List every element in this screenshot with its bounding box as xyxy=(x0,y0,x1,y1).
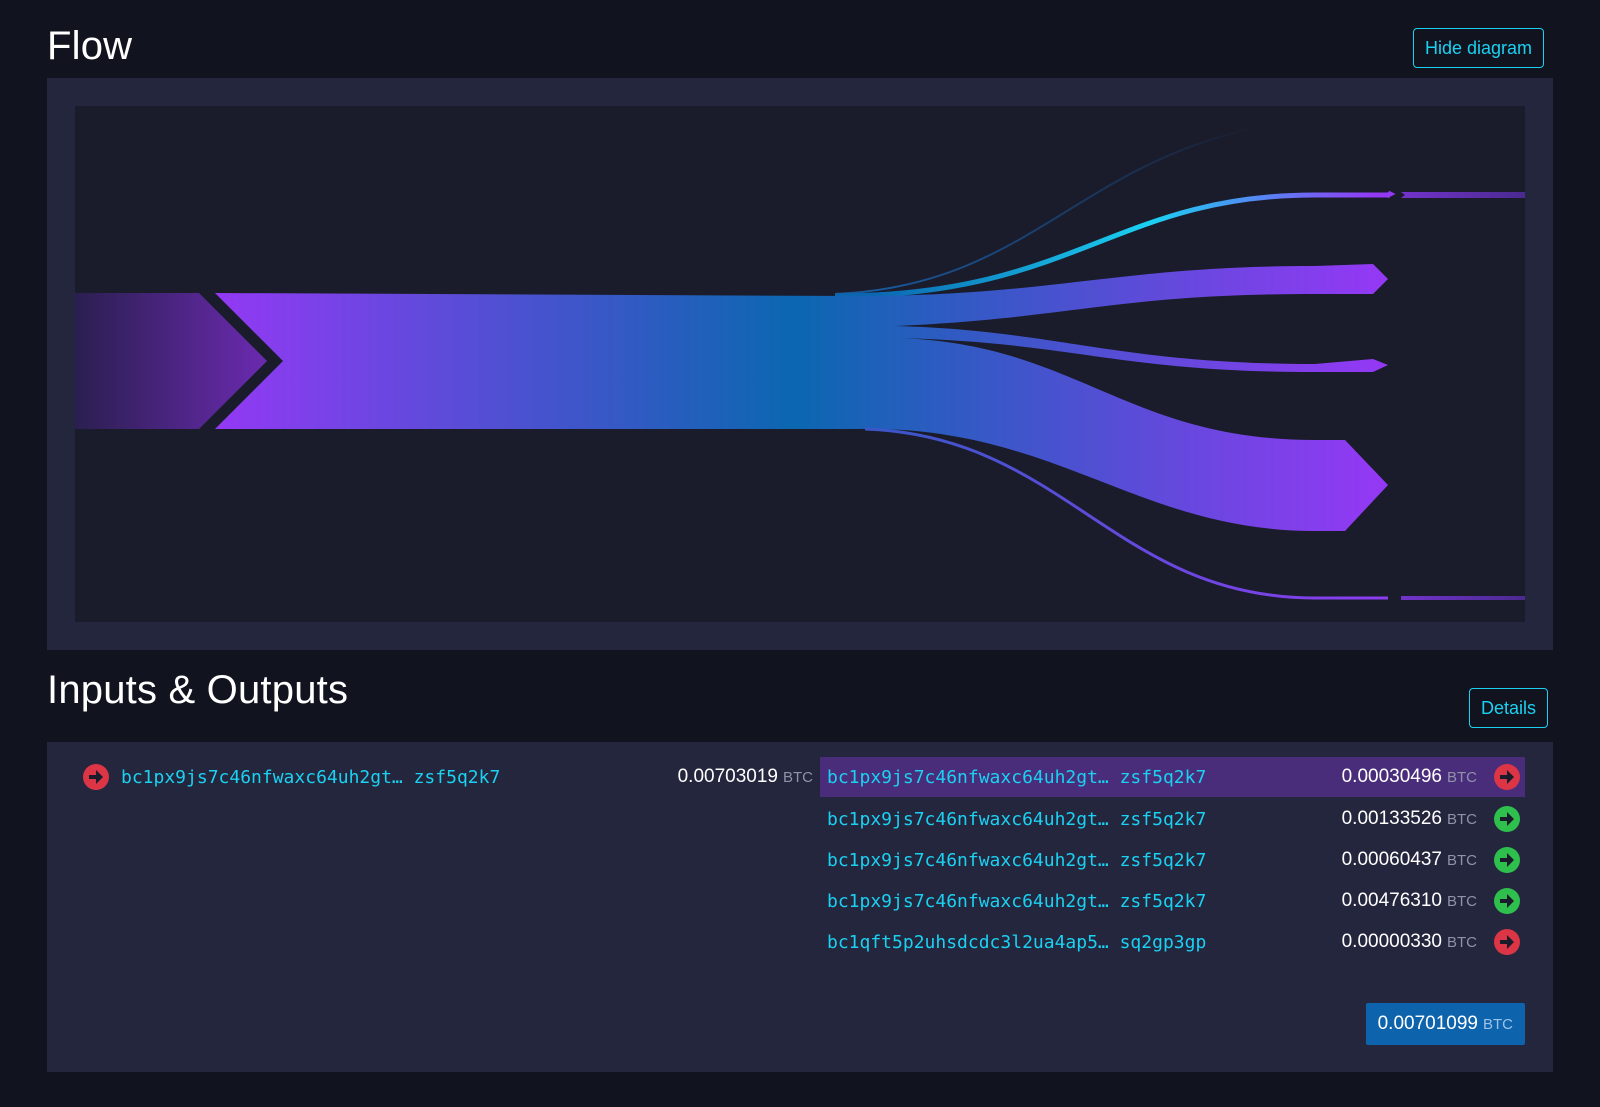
output-amount: 0.00000330 BTC xyxy=(1341,931,1477,952)
output-address[interactable]: bc1px9js7c46nfwaxc64uh2gt… zsf5q2k7 xyxy=(827,891,1206,912)
arrow-circle-right-icon[interactable] xyxy=(83,764,109,790)
input-row[interactable]: bc1px9js7c46nfwaxc64uh2gt… zsf5q2k7 0.00… xyxy=(83,757,813,797)
output-row[interactable]: bc1px9js7c46nfwaxc64uh2gt… zsf5q2k7 0.00… xyxy=(820,881,1525,921)
output-amount: 0.00030496 BTC xyxy=(1341,766,1477,787)
hide-diagram-button[interactable]: Hide diagram xyxy=(1413,28,1545,68)
arrow-circle-right-icon[interactable] xyxy=(1494,764,1520,790)
output-address[interactable]: bc1px9js7c46nfwaxc64uh2gt… zsf5q2k7 xyxy=(827,850,1206,871)
input-amount: 0.00703019 BTC xyxy=(677,766,813,787)
output-row[interactable]: bc1px9js7c46nfwaxc64uh2gt… zsf5q2k7 0.00… xyxy=(820,799,1525,839)
arrow-circle-right-icon[interactable] xyxy=(1494,847,1520,873)
input-address[interactable]: bc1px9js7c46nfwaxc64uh2gt… zsf5q2k7 xyxy=(121,767,500,788)
flow-output-5-tail xyxy=(1401,596,1525,600)
total-amount: 0.00701099 BTC xyxy=(1377,1013,1513,1034)
output-address[interactable]: bc1px9js7c46nfwaxc64uh2gt… zsf5q2k7 xyxy=(827,809,1206,830)
output-row[interactable]: bc1qft5p2uhsdcdc3l2ua4ap5… sq2gp3gp 0.00… xyxy=(820,922,1525,962)
flow-diagram-svg xyxy=(75,127,1525,600)
output-row-highlighted[interactable]: bc1px9js7c46nfwaxc64uh2gt… zsf5q2k7 0.00… xyxy=(820,757,1525,797)
output-amount: 0.00476310 BTC xyxy=(1341,890,1477,911)
flow-main-body xyxy=(215,264,1388,531)
flow-diagram[interactable] xyxy=(75,106,1525,622)
io-title: Inputs & Outputs xyxy=(47,668,349,712)
output-amount: 0.00133526 BTC xyxy=(1341,808,1477,829)
output-address[interactable]: bc1px9js7c46nfwaxc64uh2gt… zsf5q2k7 xyxy=(827,767,1206,788)
flow-title: Flow xyxy=(47,24,133,68)
output-row[interactable]: bc1px9js7c46nfwaxc64uh2gt… zsf5q2k7 0.00… xyxy=(820,840,1525,880)
arrow-circle-right-icon[interactable] xyxy=(1494,929,1520,955)
flow-diagram-panel xyxy=(47,78,1553,650)
output-address[interactable]: bc1qft5p2uhsdcdc3l2ua4ap5… sq2gp3gp xyxy=(827,932,1206,953)
output-amount: 0.00060437 BTC xyxy=(1341,849,1477,870)
page: Flow Hide diagram Inputs & Outputs Detai… xyxy=(0,0,1600,1107)
arrow-circle-right-icon[interactable] xyxy=(1494,888,1520,914)
io-panel: bc1px9js7c46nfwaxc64uh2gt… zsf5q2k7 0.00… xyxy=(47,742,1553,1072)
total-amount-badge: 0.00701099 BTC xyxy=(1365,1003,1525,1045)
flow-output-1-tail xyxy=(1401,192,1525,198)
details-button[interactable]: Details xyxy=(1469,688,1549,728)
arrow-circle-right-icon[interactable] xyxy=(1494,806,1520,832)
